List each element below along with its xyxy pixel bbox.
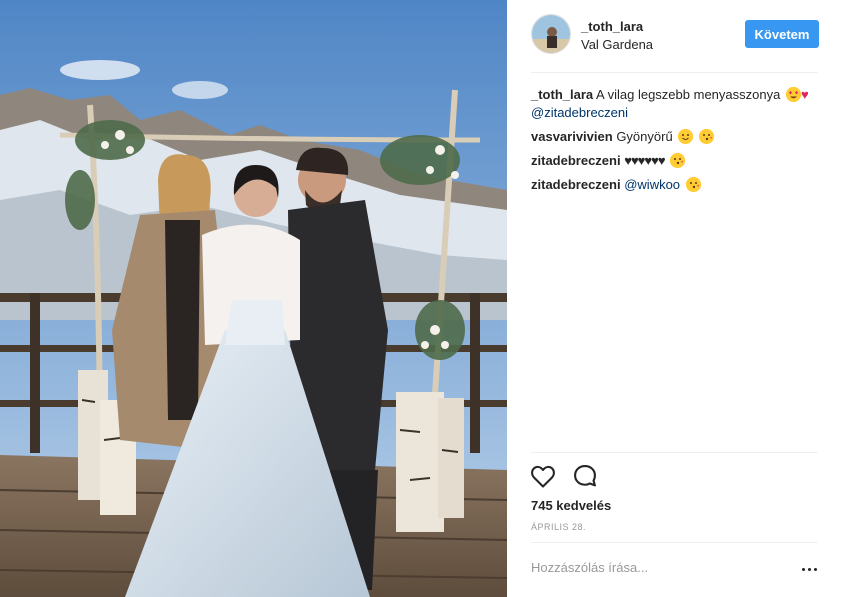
red-heart-emoji-icon: ♥ <box>800 87 809 102</box>
comment-box-divider <box>531 542 818 543</box>
wedding-photo-illustration <box>0 0 507 597</box>
post-date[interactable]: ÁPRILIS 28. <box>531 522 586 532</box>
comment-button[interactable] <box>571 462 599 490</box>
header-divider <box>531 72 818 73</box>
kissing-face-emoji-icon <box>685 177 701 192</box>
comment-author[interactable]: vasvarivivien <box>531 129 613 144</box>
caption-text: A vilag legszebb menyasszonya <box>596 87 781 102</box>
more-options-button[interactable] <box>799 562 823 576</box>
instagram-post: _toth_lara Val Gardena Követem _toth_lar… <box>0 0 841 597</box>
comments-list: _toth_lara A vilag legszebb menyasszonya… <box>531 86 819 200</box>
hugging-face-emoji-icon <box>678 129 694 144</box>
more-options-icon <box>814 568 817 571</box>
hearts-text: ♥♥♥♥♥♥ <box>624 153 665 168</box>
heart-eyes-emoji-icon <box>785 87 801 102</box>
post-location[interactable]: Val Gardena <box>581 37 653 52</box>
actions-divider <box>531 452 818 453</box>
post-header: _toth_lara Val Gardena Követem <box>531 14 819 56</box>
comment-item: zitadebreczeni ♥♥♥♥♥♥ <box>531 152 819 170</box>
mention-link[interactable]: @zitadebreczeni <box>531 105 628 120</box>
post-photo[interactable] <box>0 0 507 597</box>
speech-bubble-icon <box>574 465 596 487</box>
comment-item: vasvarivivien Gyönyörű <box>531 128 819 146</box>
comment-input[interactable] <box>531 560 761 575</box>
comment-author[interactable]: _toth_lara <box>531 87 593 102</box>
kissing-face-emoji-icon <box>670 153 686 168</box>
caption: _toth_lara A vilag legszebb menyasszonya… <box>531 86 819 122</box>
avatar[interactable] <box>531 14 571 54</box>
comment-text: Gyönyörű <box>616 129 673 144</box>
post-author-username[interactable]: _toth_lara <box>581 19 643 34</box>
comment-item: zitadebreczeni @wiwkoo <box>531 176 819 194</box>
mention-link[interactable]: @wiwkoo <box>624 177 680 192</box>
comment-author[interactable]: zitadebreczeni <box>531 177 621 192</box>
post-sidebar: _toth_lara Val Gardena Követem _toth_lar… <box>507 0 841 597</box>
follow-button[interactable]: Követem <box>745 20 819 48</box>
heart-outline-icon <box>531 465 555 488</box>
like-count[interactable]: 745 kedvelés <box>531 498 611 513</box>
post-actions <box>531 462 819 490</box>
kissing-face-emoji-icon <box>698 129 714 144</box>
comment-author[interactable]: zitadebreczeni <box>531 153 621 168</box>
more-options-icon <box>802 568 805 571</box>
more-options-icon <box>808 568 811 571</box>
like-button[interactable] <box>529 462 557 490</box>
avatar-image <box>532 15 570 53</box>
